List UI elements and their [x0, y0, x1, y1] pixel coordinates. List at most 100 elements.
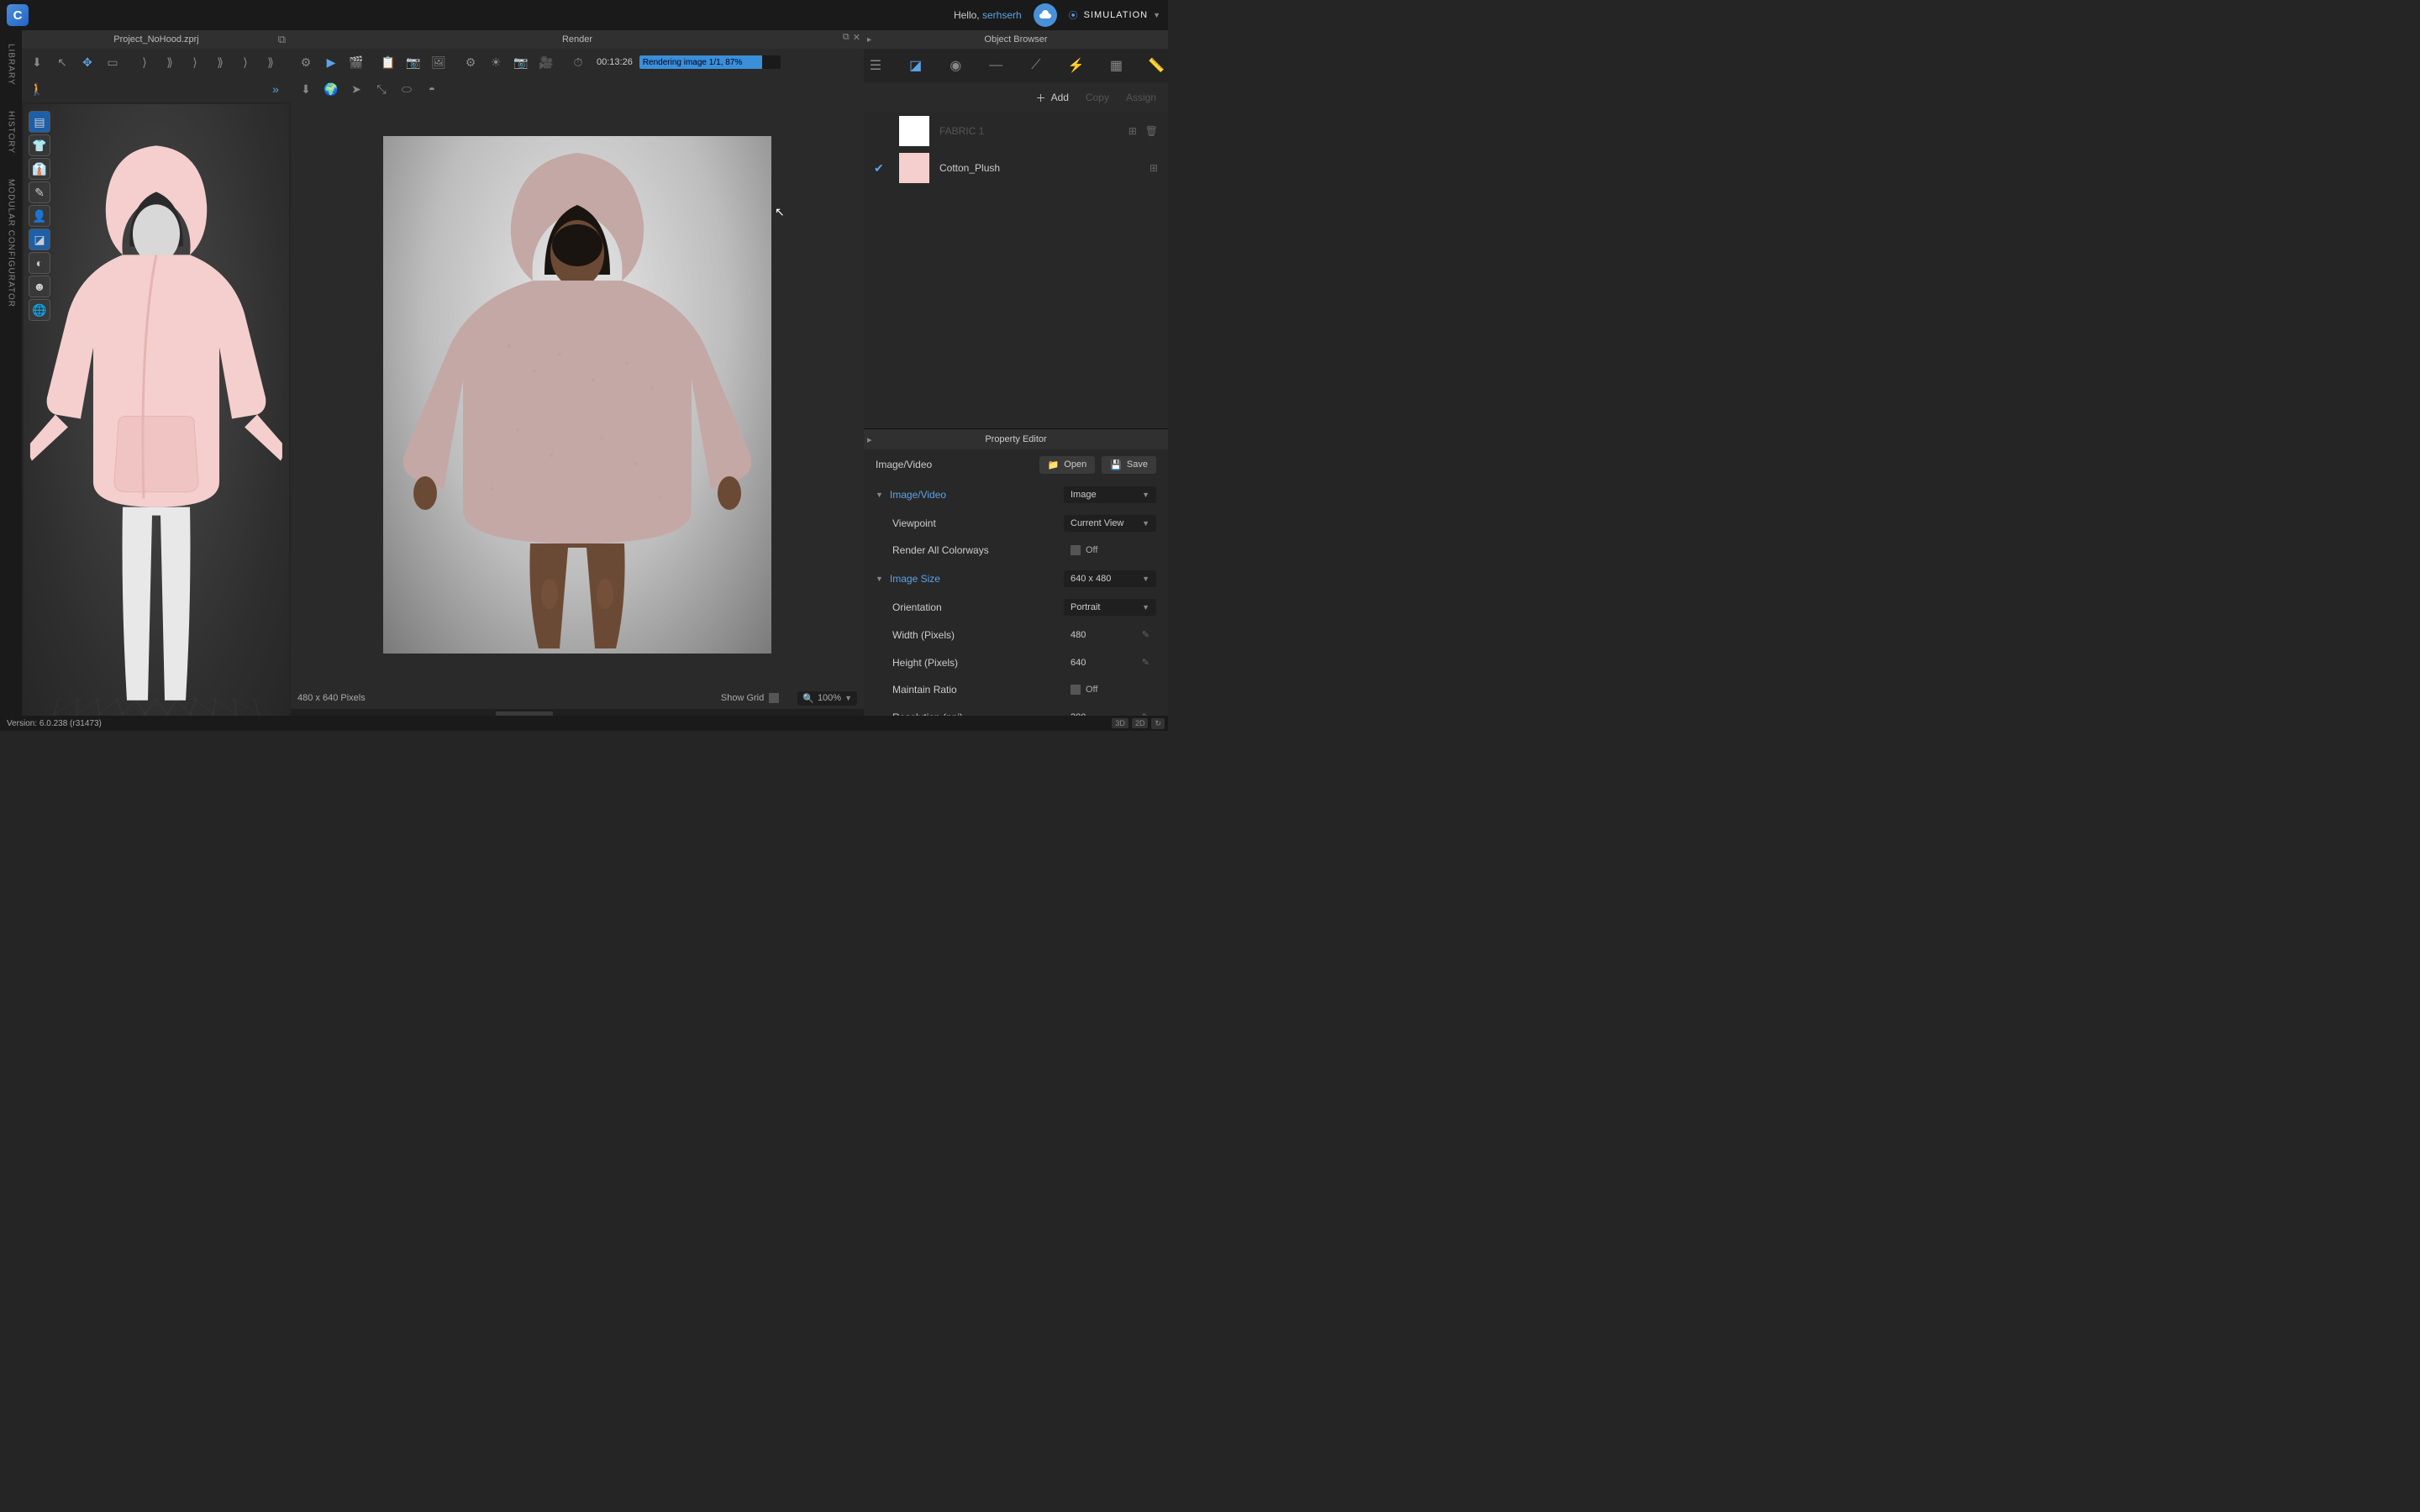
topstitch-tab-icon[interactable]: ⟋	[1024, 53, 1048, 78]
globe-icon[interactable]: 🌐	[29, 299, 50, 321]
cursor-icon[interactable]: ➤	[345, 78, 368, 100]
close-icon[interactable]: ✕	[853, 32, 860, 43]
fabric-tab-icon[interactable]: ◪	[904, 53, 928, 78]
add-to-icon[interactable]: ⊞	[1150, 162, 1158, 174]
garment-icon[interactable]: 👕	[29, 134, 50, 156]
globe-render-icon[interactable]: 🌍	[319, 78, 343, 100]
viewpoint-select[interactable]: Current View▼	[1064, 515, 1156, 532]
fabric-item[interactable]: FABRIC 1 ⊞ 🗑	[864, 113, 1168, 150]
camera-icon[interactable]: 📷	[402, 51, 425, 73]
render-tool-icon[interactable]: ⚙	[294, 51, 318, 73]
add-button[interactable]: ＋Add	[1036, 91, 1069, 105]
orientation-select[interactable]: Portrait▼	[1064, 599, 1156, 616]
viewport-toolbar-2: 🚶 »	[22, 76, 291, 102]
width-label: Width (Pixels)	[892, 629, 955, 641]
image-video-type-select[interactable]: Image▼	[1064, 486, 1156, 503]
tool-icon[interactable]: ⟫	[259, 51, 282, 73]
clipboard-icon[interactable]: 📋	[376, 51, 400, 73]
height-input[interactable]: 640✎	[1064, 654, 1156, 671]
3d-viewport[interactable]: ▤ 👕 👔 ✎ 👤 ◪ ◐ ☻ 🌐	[24, 104, 289, 729]
list-tab-icon[interactable]: ☰	[864, 53, 887, 78]
tab-history[interactable]: HISTORY	[7, 111, 16, 154]
download-icon[interactable]: ⬇	[294, 78, 318, 100]
tab-modular-configurator[interactable]: MODULAR CONFIGURATOR	[7, 179, 16, 307]
fabric-swatch[interactable]	[899, 153, 929, 183]
tool-icon[interactable]: ⟫	[208, 51, 232, 73]
camera-settings-icon[interactable]: 📷	[509, 51, 533, 73]
viewport-side-tools: ▤ 👕 👔 ✎ 👤 ◪ ◐ ☻ 🌐	[29, 111, 50, 321]
status-bar: Version: 6.0.238 (r31473)	[0, 716, 1168, 731]
view-3d-button[interactable]: 3D	[1112, 718, 1128, 728]
fold-icon[interactable]: ◐	[29, 252, 50, 274]
show-grid-checkbox[interactable]	[769, 693, 779, 703]
trim-tab-icon[interactable]: ▦	[1105, 53, 1128, 78]
username[interactable]: serhserh	[982, 9, 1022, 21]
tab-library[interactable]: LIBRARY	[7, 44, 16, 86]
video-settings-icon[interactable]: 🎥	[534, 51, 558, 73]
render-all-colorways-label: Render All Colorways	[892, 544, 989, 556]
edit-icon[interactable]: ✎	[1142, 657, 1150, 668]
lasso-tool-icon[interactable]: ▭	[101, 51, 124, 73]
import-icon[interactable]: ⬇	[25, 51, 49, 73]
viewpoint-label: Viewpoint	[892, 517, 936, 529]
assign-button[interactable]: Assign	[1126, 92, 1156, 103]
copy-button[interactable]: Copy	[1086, 92, 1109, 103]
save-button[interactable]: 💾Save	[1102, 456, 1156, 474]
light-settings-icon[interactable]: ☀	[484, 51, 508, 73]
fabric-swatch[interactable]	[899, 116, 929, 146]
material-icon[interactable]: ◪	[29, 228, 50, 250]
play-render-icon[interactable]: ▶	[319, 51, 343, 73]
tool-icon[interactable]: ⟫	[158, 51, 182, 73]
cloud-sync-icon[interactable]	[1034, 3, 1057, 27]
open-button[interactable]: 📁Open	[1039, 456, 1096, 474]
collapse-icon[interactable]: ▸	[867, 35, 877, 45]
tool-icon[interactable]: ⟩	[234, 51, 257, 73]
viewport-toolbar-top: ⬇ ↖ ✥ ▭ ⟩ ⟫ ⟩ ⟫ ⟩ ⟫	[22, 49, 291, 76]
collapse-icon[interactable]: ▸	[867, 434, 872, 445]
width-input[interactable]: 480✎	[1064, 626, 1156, 643]
panel-title-bar: Project_NoHood.zprj ⧉	[22, 30, 291, 49]
cursor-icon: ↖	[775, 205, 785, 219]
timer-icon[interactable]: ⏱	[566, 51, 590, 73]
folder-icon: 📁	[1048, 459, 1060, 470]
shirt-icon[interactable]: 👔	[29, 158, 50, 180]
face-icon[interactable]: ☻	[29, 276, 50, 297]
slash-icon[interactable]: ⤡	[370, 78, 393, 100]
refresh-icon[interactable]: ↻	[1151, 718, 1165, 729]
view-2d-button[interactable]: 2D	[1132, 718, 1149, 728]
delete-icon[interactable]: 🗑	[1145, 125, 1158, 137]
stitch-tab-icon[interactable]: —	[984, 53, 1007, 78]
expand-icon[interactable]: »	[264, 78, 287, 100]
zipper-tab-icon[interactable]: ⚡	[1065, 53, 1088, 78]
avatar-tool-icon[interactable]: 🚶	[25, 78, 49, 100]
button-tab-icon[interactable]: ◉	[944, 53, 968, 78]
popout-icon[interactable]: ⧉	[843, 32, 850, 43]
simulation-mode-button[interactable]: ⦿ SIMULATION ▼	[1069, 8, 1161, 22]
brush-icon[interactable]: ✎	[29, 181, 50, 203]
render-all-colorways-toggle[interactable]: Off	[1071, 545, 1097, 555]
image-size-select[interactable]: 640 x 480▼	[1064, 570, 1156, 587]
section-image-size[interactable]: ▼ Image Size 640 x 480▼	[864, 564, 1168, 594]
tool-icon[interactable]: ⟩	[183, 51, 207, 73]
fabric-item[interactable]: ✔ Cotton_Plush ⊞	[864, 150, 1168, 186]
render-title: Render	[562, 34, 592, 45]
move-tool-icon[interactable]: ✥	[76, 51, 99, 73]
popout-icon[interactable]: ⧉	[278, 33, 286, 46]
avatar-icon[interactable]: 👤	[29, 205, 50, 227]
maintain-ratio-toggle[interactable]: Off	[1071, 685, 1097, 695]
cylinder-icon[interactable]: ⬭	[395, 78, 418, 100]
zoom-control[interactable]: 🔍 100% ▼	[797, 691, 857, 706]
picture-icon[interactable]: 🖼	[427, 51, 450, 73]
select-tool-icon[interactable]: ↖	[50, 51, 74, 73]
surface-texture-icon[interactable]: ▤	[29, 111, 50, 133]
section-image-video[interactable]: ▼ Image/Video Image▼	[864, 480, 1168, 510]
image-settings-icon[interactable]: ⚙	[459, 51, 482, 73]
app-logo-icon[interactable]: C	[7, 4, 29, 26]
measure-tab-icon[interactable]: 📏	[1144, 53, 1168, 78]
clapboard-icon[interactable]: 🎬	[345, 51, 368, 73]
dome-icon[interactable]: ◓	[420, 78, 444, 100]
edit-icon[interactable]: ✎	[1142, 629, 1150, 640]
render-viewport[interactable]: ↖	[291, 102, 864, 687]
tool-icon[interactable]: ⟩	[133, 51, 156, 73]
add-to-icon[interactable]: ⊞	[1128, 125, 1137, 137]
